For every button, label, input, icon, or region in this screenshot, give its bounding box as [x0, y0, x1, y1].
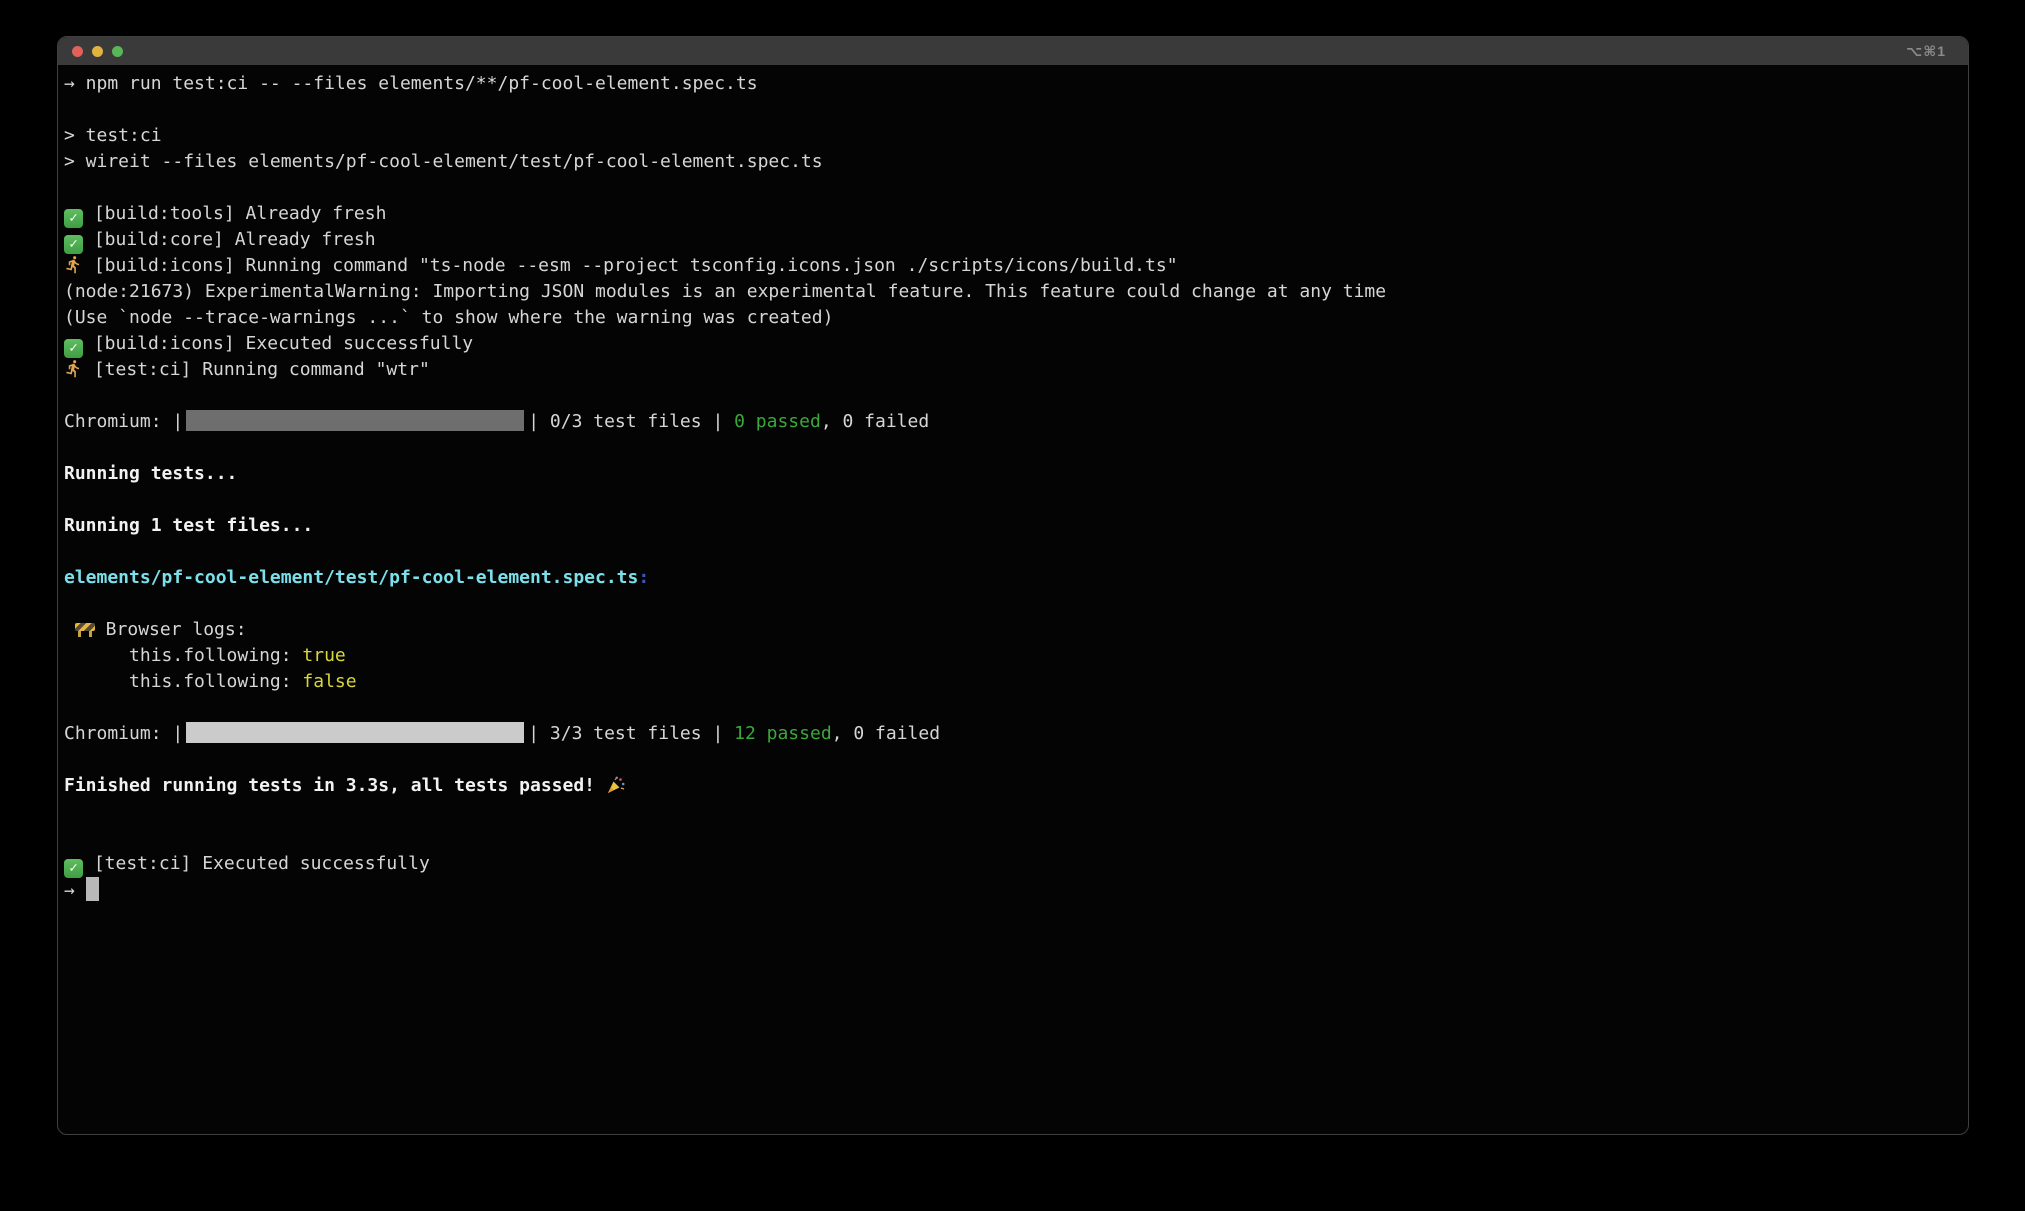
terminal-text: , 0 failed — [832, 723, 940, 744]
blank-line — [64, 435, 1960, 461]
check-icon: ✓ — [64, 339, 83, 358]
progress-bar — [186, 410, 524, 431]
blank-line — [64, 383, 1960, 409]
progress-bar — [186, 722, 524, 743]
terminal-text: Browser logs: — [95, 619, 247, 640]
terminal-text: Finished running tests in 3.3s, all test… — [64, 775, 606, 796]
terminal-text: true — [302, 645, 345, 666]
terminal-text: [build:tools] Already fresh — [83, 203, 386, 224]
blank-line — [64, 747, 1960, 773]
terminal-text: false — [302, 671, 356, 692]
build-status-line: ✓ [test:ci] Executed successfully — [64, 851, 1960, 877]
check-icon: ✓ — [64, 859, 83, 878]
terminal-cursor — [86, 877, 99, 901]
command-line: → npm run test:ci -- --files elements/**… — [64, 71, 1960, 97]
terminal-text: [build:core] Already fresh — [83, 229, 376, 250]
terminal-text: [build:icons] Running command "ts-node -… — [83, 255, 1178, 276]
terminal-text — [64, 619, 75, 640]
terminal-text: [test:ci] Executed successfully — [83, 853, 430, 874]
terminal-text: → npm run test:ci -- --files elements/**… — [64, 73, 758, 94]
traffic-lights — [58, 46, 123, 57]
terminal-text: > test:ci — [64, 125, 162, 146]
check-icon: ✓ — [64, 235, 83, 254]
blank-line — [64, 799, 1960, 825]
terminal-text: Running tests... — [64, 463, 237, 484]
blank-line — [64, 695, 1960, 721]
runner-icon — [64, 359, 83, 378]
npm-script-line: > wireit --files elements/pf-cool-elemen… — [64, 149, 1960, 175]
terminal-text: [build:icons] Executed successfully — [83, 333, 473, 354]
terminal-text: this.following: — [64, 645, 302, 666]
status-line: Running 1 test files... — [64, 513, 1960, 539]
browser-log-line: this.following: true — [64, 643, 1960, 669]
terminal-text: [test:ci] Running command "wtr" — [83, 359, 430, 380]
node-warning-line: (node:21673) ExperimentalWarning: Import… — [64, 279, 1960, 305]
blank-line — [64, 539, 1960, 565]
build-status-line: [build:icons] Running command "ts-node -… — [64, 253, 1960, 279]
terminal-text: elements/pf-cool-element/test/pf-cool-el… — [64, 567, 638, 588]
build-status-line: [test:ci] Running command "wtr" — [64, 357, 1960, 383]
close-button-icon[interactable] — [72, 46, 83, 57]
terminal-text: | 0/3 test files | — [528, 411, 734, 432]
blank-line — [64, 97, 1960, 123]
terminal-text: : — [638, 567, 649, 588]
minimize-button-icon[interactable] — [92, 46, 103, 57]
runner-icon — [64, 255, 83, 274]
build-status-line: ✓ [build:tools] Already fresh — [64, 201, 1960, 227]
browser-log-line: this.following: false — [64, 669, 1960, 695]
progress-line: Chromium: | | 3/3 test files | 12 passed,… — [64, 721, 1960, 747]
terminal-output[interactable]: → npm run test:ci -- --files elements/**… — [58, 65, 1968, 903]
spec-file-line: elements/pf-cool-element/test/pf-cool-el… — [64, 565, 1960, 591]
terminal-text: (Use `node --trace-warnings ...` to show… — [64, 307, 833, 328]
terminal-text: | 3/3 test files | — [528, 723, 734, 744]
terminal-text: , 0 failed — [821, 411, 929, 432]
blank-line — [64, 487, 1960, 513]
party-icon — [606, 775, 626, 795]
node-warning-line: (Use `node --trace-warnings ...` to show… — [64, 305, 1960, 331]
blank-line — [64, 591, 1960, 617]
build-status-line: ✓ [build:icons] Executed successfully — [64, 331, 1960, 357]
browser-logs-header: Browser logs: — [64, 617, 1960, 643]
terminal-text: Chromium: | — [64, 723, 183, 744]
zoom-button-icon[interactable] — [112, 46, 123, 57]
terminal-window: ⌥⌘1 → npm run test:ci -- --files element… — [57, 36, 1969, 1135]
terminal-text: Chromium: | — [64, 411, 183, 432]
prompt-line: → — [64, 877, 1960, 903]
npm-script-line: > test:ci — [64, 123, 1960, 149]
titlebar[interactable]: ⌥⌘1 — [58, 37, 1968, 65]
summary-line: Finished running tests in 3.3s, all test… — [64, 773, 1960, 799]
terminal-text: 12 passed — [734, 723, 832, 744]
blank-line — [64, 175, 1960, 201]
build-status-line: ✓ [build:core] Already fresh — [64, 227, 1960, 253]
window-shortcut-badge: ⌥⌘1 — [1906, 37, 1946, 65]
terminal-text: 0 passed — [734, 411, 821, 432]
terminal-text: this.following: — [64, 671, 302, 692]
terminal-text: → — [64, 880, 86, 901]
terminal-text: (node:21673) ExperimentalWarning: Import… — [64, 281, 1386, 302]
status-line: Running tests... — [64, 461, 1960, 487]
terminal-text: Running 1 test files... — [64, 515, 313, 536]
progress-line: Chromium: | | 0/3 test files | 0 passed, … — [64, 409, 1960, 435]
construction-icon — [75, 621, 95, 637]
terminal-text: > wireit --files elements/pf-cool-elemen… — [64, 151, 823, 172]
blank-line — [64, 825, 1960, 851]
check-icon: ✓ — [64, 209, 83, 228]
